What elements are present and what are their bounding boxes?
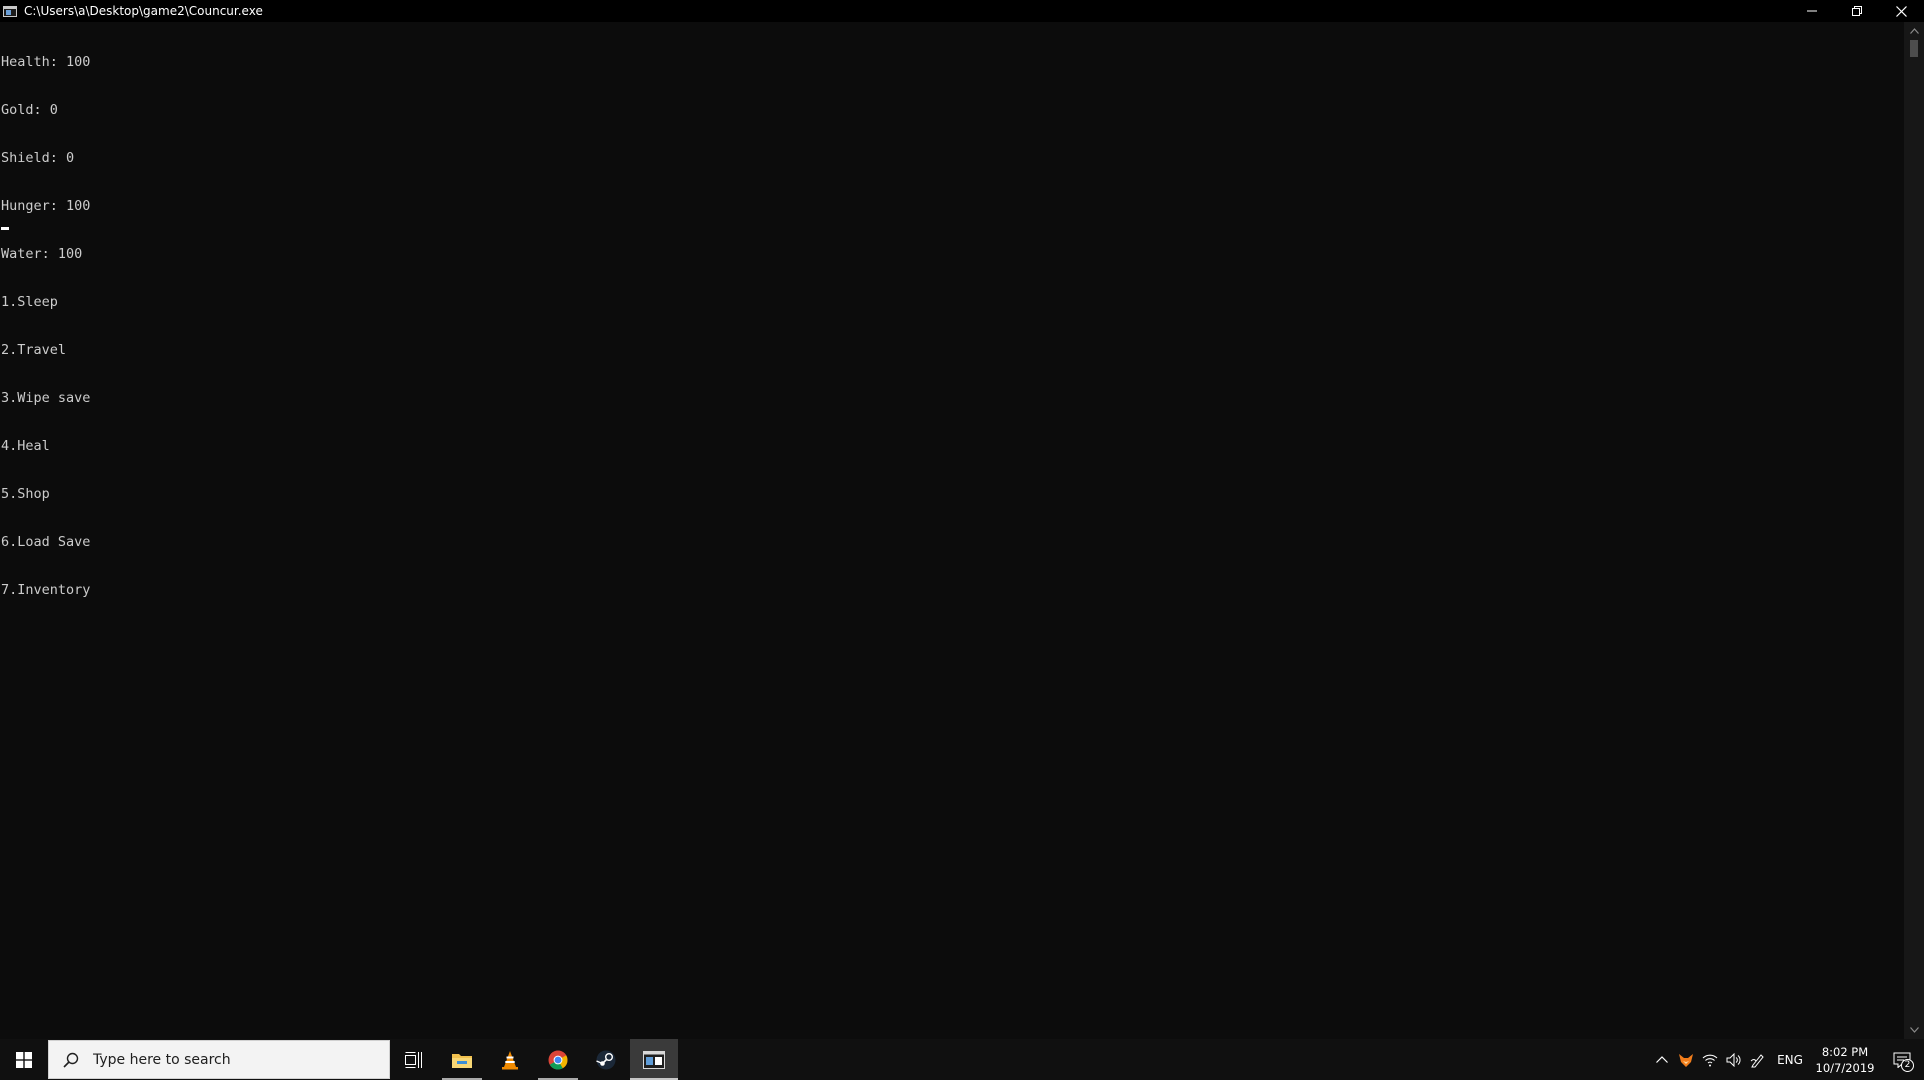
search-icon	[63, 1052, 79, 1068]
chrome-icon	[548, 1050, 568, 1070]
menu-option-load-save: 6.Load Save	[1, 534, 91, 550]
pen-icon	[1750, 1053, 1764, 1067]
window-controls	[1789, 0, 1924, 22]
task-view-icon	[405, 1051, 422, 1068]
console-output-area[interactable]: Health: 100 Gold: 0 Shield: 0 Hunger: 10…	[0, 22, 1904, 1039]
chrome-button[interactable]	[534, 1039, 582, 1080]
window-title: C:\Users\a\Desktop\game2\Councur.exe	[24, 4, 263, 18]
speaker-icon	[1726, 1052, 1741, 1067]
scroll-thumb[interactable]	[1910, 40, 1918, 57]
tray-app-fox[interactable]	[1674, 1039, 1698, 1080]
system-tray: ENG 8:02 PM 10/7/2019 2	[1650, 1039, 1924, 1080]
taskbar-search-box[interactable]	[48, 1040, 390, 1079]
window-titlebar[interactable]: C:\Users\a\Desktop\game2\Councur.exe	[0, 0, 1924, 22]
menu-option-travel: 2.Travel	[1, 342, 67, 358]
scroll-up-button[interactable]	[1904, 22, 1924, 40]
text-cursor	[1, 227, 9, 230]
scroll-down-button[interactable]	[1904, 1021, 1924, 1039]
show-hidden-icons-button[interactable]	[1650, 1039, 1674, 1080]
menu-option-heal: 4.Heal	[1, 438, 50, 454]
search-input[interactable]	[91, 1050, 375, 1069]
stat-gold-line: Gold: 0	[1, 102, 58, 118]
folder-icon	[452, 1053, 472, 1068]
minimize-button[interactable]	[1789, 0, 1834, 22]
vertical-scrollbar[interactable]	[1904, 22, 1924, 1039]
menu-option-shop: 5.Shop	[1, 486, 50, 502]
clock-time: 8:02 PM	[1821, 1044, 1869, 1059]
close-button[interactable]	[1879, 0, 1924, 22]
menu-option-wipe-save: 3.Wipe save	[1, 390, 91, 406]
restore-icon	[1851, 6, 1862, 16]
task-view-button[interactable]	[390, 1039, 438, 1080]
close-icon	[1896, 5, 1907, 17]
steam-icon	[596, 1050, 616, 1069]
vlc-cone-icon	[502, 1050, 518, 1069]
fox-icon	[1679, 1053, 1693, 1067]
clock[interactable]: 8:02 PM 10/7/2019	[1810, 1039, 1880, 1080]
network-button[interactable]	[1698, 1039, 1722, 1080]
language-indicator[interactable]: ENG	[1770, 1039, 1810, 1080]
chevron-up-icon	[1656, 1056, 1668, 1063]
chevron-up-icon	[1909, 28, 1919, 34]
windows-logo-icon	[16, 1051, 32, 1068]
restore-button[interactable]	[1834, 0, 1879, 22]
wifi-icon	[1702, 1054, 1718, 1066]
taskbar: ENG 8:02 PM 10/7/2019 2	[0, 1039, 1924, 1080]
start-button[interactable]	[0, 1039, 48, 1080]
notification-count-badge: 2	[1901, 1059, 1914, 1072]
menu-option-inventory: 7.Inventory	[1, 582, 91, 598]
stat-hunger-line: Hunger: 100	[1, 198, 91, 214]
console-app-icon[interactable]	[3, 5, 17, 17]
stat-health-line: Health: 100	[1, 54, 91, 70]
action-center-button[interactable]: 2	[1880, 1039, 1924, 1080]
clock-date: 10/7/2019	[1815, 1060, 1875, 1075]
file-explorer-button[interactable]	[438, 1039, 486, 1080]
chevron-down-icon	[1909, 1027, 1919, 1033]
console-window-icon	[643, 1050, 665, 1069]
pen-workspace-button[interactable]	[1746, 1039, 1770, 1080]
desktop-screen: C:\Users\a\Desktop\game2\Councur.exe Hea…	[0, 0, 1924, 1080]
volume-button[interactable]	[1722, 1039, 1746, 1080]
stat-water-line: Water: 100	[1, 246, 83, 262]
stat-shield-line: Shield: 0	[1, 150, 75, 166]
console-taskbar-button[interactable]	[630, 1039, 678, 1080]
menu-option-sleep: 1.Sleep	[1, 294, 58, 310]
console-text: Health: 100 Gold: 0 Shield: 0 Hunger: 10…	[1, 22, 90, 630]
minimize-icon	[1806, 10, 1817, 12]
vlc-button[interactable]	[486, 1039, 534, 1080]
steam-button[interactable]	[582, 1039, 630, 1080]
